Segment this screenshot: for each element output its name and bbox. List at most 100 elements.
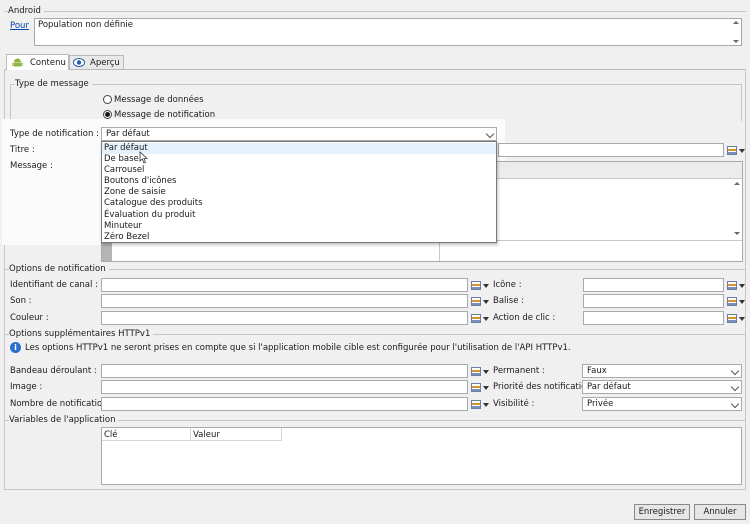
count-input[interactable] (101, 397, 468, 411)
android-section-divider (4, 11, 746, 12)
eye-icon (73, 58, 85, 67)
android-section-title: Android (8, 5, 44, 17)
scroll-up-icon[interactable] (733, 21, 739, 24)
dropdown-option[interactable]: Évaluation du produit (102, 210, 496, 221)
mouse-cursor-icon (139, 151, 148, 164)
message-editor-split (439, 240, 440, 261)
dropdown-option[interactable]: Catalogue des produits (102, 198, 496, 209)
permanent-value: Faux (587, 366, 607, 376)
click-action-label: Action de clic : (493, 313, 556, 323)
image-personalize-arrow-icon[interactable] (483, 386, 489, 390)
icon-input[interactable] (583, 278, 724, 292)
notification-type-label: Type de notification : (10, 129, 99, 139)
dropdown-option[interactable]: Zone de saisie (102, 187, 496, 198)
click-action-personalize-arrow-icon[interactable] (739, 317, 745, 321)
app-vars-table[interactable]: Clé Valeur (101, 427, 742, 485)
message-label: Message : (10, 161, 53, 171)
column-separator (281, 428, 282, 441)
column-separator (190, 428, 191, 441)
android-icon (12, 58, 23, 67)
population-text: Population non définie (38, 20, 133, 30)
permanent-select[interactable]: Faux (582, 364, 742, 378)
message-editor-scroll-thumb[interactable] (102, 240, 112, 261)
banner-label: Bandeau déroulant : (10, 366, 97, 376)
info-icon: i (10, 342, 21, 353)
tag-label: Balise : (493, 296, 524, 306)
click-action-input[interactable] (583, 311, 724, 325)
banner-personalize-icon[interactable] (471, 367, 481, 376)
message-type-title: Type de message (15, 78, 92, 90)
chevron-down-icon (485, 129, 495, 139)
color-personalize-icon[interactable] (471, 314, 481, 323)
sound-personalize-arrow-icon[interactable] (483, 300, 489, 304)
scroll-down-icon[interactable] (733, 40, 739, 43)
chevron-down-icon (730, 382, 740, 392)
message-scroll-up-icon[interactable] (734, 182, 740, 185)
message-scroll-down-icon[interactable] (734, 232, 740, 235)
chevron-down-icon (730, 366, 740, 376)
app-vars-header-row: Clé Valeur (102, 428, 282, 441)
title-input[interactable] (498, 143, 724, 157)
save-button[interactable]: Enregistrer (634, 504, 690, 520)
image-input[interactable] (101, 380, 468, 394)
dropdown-option[interactable]: Carrousel (102, 165, 496, 176)
tab-apercu[interactable]: Aperçu (69, 55, 124, 69)
dropdown-option[interactable]: Par défaut (102, 143, 496, 155)
channel-personalize-arrow-icon[interactable] (483, 284, 489, 288)
sound-personalize-icon[interactable] (471, 297, 481, 306)
icon-personalize-icon[interactable] (727, 281, 737, 290)
tag-personalize-arrow-icon[interactable] (739, 300, 745, 304)
count-personalize-icon[interactable] (471, 400, 481, 409)
banner-input[interactable] (101, 364, 468, 378)
population-textarea[interactable]: Population non définie (34, 18, 742, 46)
message-type-divider (10, 84, 742, 85)
cancel-button[interactable]: Annuler (694, 504, 746, 520)
chevron-down-icon (730, 399, 740, 409)
permanent-label: Permanent : (493, 366, 545, 376)
column-header-value[interactable]: Valeur (193, 429, 220, 441)
column-header-key[interactable]: Clé (104, 429, 118, 441)
channel-label: Identifiant de canal : (10, 280, 98, 290)
icon-personalize-arrow-icon[interactable] (739, 284, 745, 288)
tab-contenu[interactable]: Contenu (6, 54, 69, 70)
notification-type-value: Par défaut (106, 129, 150, 139)
dropdown-option[interactable]: De base (102, 154, 496, 165)
dropdown-option[interactable]: Boutons d'icônes (102, 176, 496, 187)
dropdown-option[interactable]: Minuteur (102, 221, 496, 232)
dropdown-option[interactable]: Zéro Bezel (102, 232, 496, 243)
title-personalize-arrow-icon[interactable] (739, 149, 745, 153)
channel-input[interactable] (101, 278, 468, 292)
color-label: Couleur : (10, 313, 49, 323)
notification-options-title: Options de notification (9, 263, 109, 275)
count-personalize-arrow-icon[interactable] (483, 403, 489, 407)
banner-personalize-arrow-icon[interactable] (483, 370, 489, 374)
title-personalize-icon[interactable] (727, 146, 737, 155)
app-vars-title: Variables de l'application (9, 414, 119, 426)
radio-notification-message[interactable] (103, 110, 112, 119)
channel-personalize-icon[interactable] (471, 281, 481, 290)
sound-input[interactable] (101, 294, 468, 308)
tag-personalize-icon[interactable] (727, 297, 737, 306)
sound-label: Son : (10, 296, 32, 306)
priority-value: Par défaut (587, 382, 631, 392)
notification-type-select[interactable]: Par défaut (101, 127, 497, 141)
pour-link[interactable]: Pour (10, 20, 29, 32)
color-input[interactable] (101, 311, 468, 325)
radio-data-message[interactable] (103, 95, 112, 104)
visibility-value: Privée (587, 399, 614, 409)
message-type-frame-left (10, 84, 11, 121)
icon-label: Icône : (493, 280, 522, 290)
priority-select[interactable]: Par défaut (582, 380, 742, 394)
image-personalize-icon[interactable] (471, 383, 481, 392)
image-label: Image : (10, 382, 43, 392)
color-personalize-arrow-icon[interactable] (483, 317, 489, 321)
visibility-select[interactable]: Privée (582, 397, 742, 411)
tag-input[interactable] (583, 294, 724, 308)
title-label: Titre : (10, 145, 35, 155)
click-action-personalize-icon[interactable] (727, 314, 737, 323)
visibility-label: Visibilité : (493, 399, 535, 409)
tab-apercu-label: Aperçu (90, 58, 120, 68)
radio-data-message-label: Message de données (114, 95, 204, 105)
httpv1-title: Options supplémentaires HTTPv1 (9, 328, 154, 340)
notification-type-dropdown[interactable]: Par défaut De base Carrousel Boutons d'i… (101, 141, 497, 243)
